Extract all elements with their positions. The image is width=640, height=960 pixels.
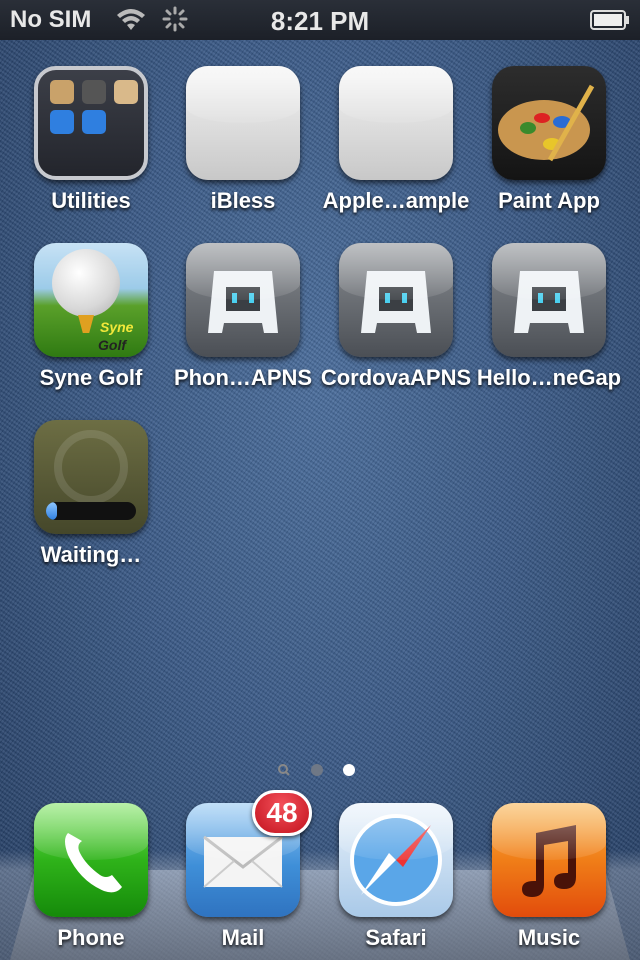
app-label: Apple…ample: [322, 188, 470, 213]
golf-text-syne: Syne: [100, 319, 134, 335]
blank-app-icon: [339, 66, 453, 180]
install-progress-bar: [46, 502, 136, 520]
app-syne-golf[interactable]: Syne Golf Syne Golf: [15, 243, 167, 391]
app-apple-example[interactable]: Apple…ample: [320, 66, 472, 214]
mail-badge: 48: [252, 790, 312, 836]
clock: 8:21 PM: [270, 6, 370, 36]
app-label: Mail: [221, 925, 265, 950]
app-label: Phone: [57, 925, 125, 950]
cordova-icon: [186, 243, 300, 357]
paint-palette-icon: [492, 66, 606, 180]
app-label: iBless: [210, 188, 276, 213]
app-label: Syne Golf: [39, 365, 143, 390]
app-label: Waiting…: [40, 542, 142, 567]
app-label: Paint App: [498, 188, 600, 213]
app-label: Utilities: [51, 188, 131, 213]
app-hello-phonegap[interactable]: Hello…neGap: [473, 243, 625, 391]
app-waiting[interactable]: Waiting…: [15, 420, 167, 568]
cordova-icon: [339, 243, 453, 357]
app-label: Music: [517, 925, 581, 950]
app-label: Safari: [365, 925, 427, 950]
app-utilities[interactable]: Utilities: [15, 66, 167, 214]
cordova-icon: [492, 243, 606, 357]
battery-icon: [590, 10, 629, 30]
blank-app-icon: [186, 66, 300, 180]
status-bar: No SIM 8:21 PM: [0, 0, 640, 40]
app-label: Hello…neGap: [476, 365, 622, 390]
waiting-install-icon: [34, 420, 148, 534]
safari-compass-icon: [339, 803, 453, 917]
golf-text-golf: Golf: [98, 337, 126, 353]
music-note-icon: [492, 803, 606, 917]
page-dot-2[interactable]: [311, 764, 323, 776]
app-label: CordovaAPNS: [320, 365, 472, 390]
golf-ball-icon: Syne Golf: [34, 243, 148, 357]
app-paint[interactable]: Paint App: [473, 66, 625, 214]
utilities-folder-icon: [34, 66, 148, 180]
page-dot-3[interactable]: [343, 764, 355, 776]
app-ibless[interactable]: iBless: [167, 66, 319, 214]
dock-music[interactable]: Music: [473, 803, 625, 951]
dock-safari[interactable]: Safari: [320, 803, 472, 951]
install-progress-fill: [46, 502, 57, 520]
page-indicator[interactable]: [275, 762, 365, 778]
app-phonegap-apns[interactable]: Phon…APNS: [167, 243, 319, 391]
spotlight-search-icon[interactable]: [278, 764, 290, 776]
dock-phone[interactable]: Phone: [15, 803, 167, 951]
app-label: Phon…APNS: [173, 365, 313, 390]
app-cordova-apns[interactable]: CordovaAPNS: [320, 243, 472, 391]
phone-icon: [34, 803, 148, 917]
